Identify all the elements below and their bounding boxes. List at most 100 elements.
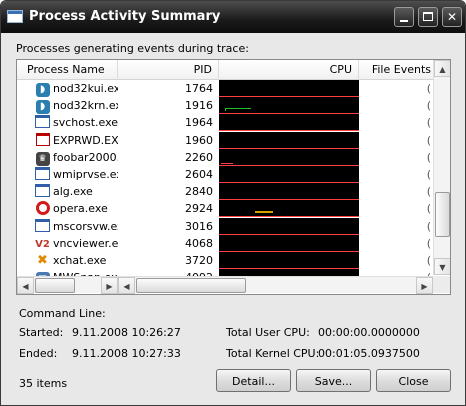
detail-button[interactable]: Detail...: [216, 369, 291, 392]
nod32-icon: ◗: [35, 81, 50, 97]
table-row[interactable]: opera.exe 2924 (: [17, 200, 433, 218]
process-pid: 2840: [185, 185, 213, 199]
process-file-events: (: [426, 202, 431, 216]
name-column-scrollbar[interactable]: ◀ ▶: [17, 276, 118, 294]
vertical-scrollbar[interactable]: ▲ ▼: [433, 60, 450, 275]
process-file-events: (: [426, 254, 431, 267]
process-name: vncviewer.exe: [53, 236, 118, 250]
vnc-icon: V2: [35, 238, 50, 250]
process-pid: 2260: [185, 150, 213, 164]
column-header-file-events[interactable]: File Events: [359, 60, 433, 80]
table-row[interactable]: ◗nod32krn.exe 1916 (: [17, 97, 433, 115]
nod32-icon: ◗: [35, 98, 50, 115]
process-file-events: (: [426, 236, 431, 250]
table-row[interactable]: wmiprvse.exe 2604 (: [17, 166, 433, 183]
maximize-icon: [423, 12, 433, 21]
process-name: foobar2000.exe: [53, 150, 118, 164]
table-row[interactable]: ✖ xchat.exe 3720 (: [17, 252, 433, 269]
scroll-right-button[interactable]: ▶: [416, 277, 433, 294]
process-pid: 2924: [185, 202, 213, 216]
cpu-graph: [219, 200, 359, 218]
cpu-graph: [219, 131, 359, 149]
cpu-graph: [219, 183, 359, 201]
opera-icon: [35, 201, 50, 216]
total-user-cpu-value: 00:00:00.0000000: [318, 326, 420, 339]
scroll-left-button[interactable]: ◀: [17, 277, 34, 294]
vertical-scroll-thumb[interactable]: [435, 192, 450, 237]
process-pid: 4068: [185, 236, 213, 250]
scroll-up-button[interactable]: ▲: [434, 60, 450, 77]
ended-value: 9.11.2008 10:27:33: [72, 347, 181, 360]
cpu-graph: [219, 269, 359, 276]
window-icon: [35, 115, 50, 130]
window-icon: [35, 167, 50, 182]
title-bar[interactable]: Process Activity Summary ✕: [1, 1, 465, 33]
table-row[interactable]: EXPRWD.EXE 1960 (: [17, 131, 433, 149]
table-row[interactable]: mscorsvw.exe 3016 (: [17, 217, 433, 235]
cpu-graph: [219, 114, 359, 132]
horizontal-scroll-thumb[interactable]: [136, 278, 246, 293]
process-pid: 1964: [185, 116, 213, 130]
process-file-events: (: [426, 82, 431, 95]
cpu-graph: [219, 80, 359, 97]
main-horizontal-scrollbar[interactable]: ◀ ▶: [118, 276, 433, 294]
scroll-left-button[interactable]: ◀: [118, 277, 135, 294]
cpu-graph: [219, 97, 359, 115]
process-name: EXPRWD.EXE: [53, 133, 118, 147]
process-file-events: (: [426, 133, 431, 147]
name-scroll-thumb[interactable]: [35, 278, 75, 293]
table-row[interactable]: ♛foobar2000.exe 2260 (: [17, 148, 433, 166]
cpu-graph: [219, 217, 359, 235]
window-icon: [35, 218, 50, 234]
table-row[interactable]: V2vncviewer.exe 4068 (: [17, 234, 433, 252]
column-header-pid[interactable]: PID: [118, 60, 219, 80]
list-header: Process Name PID CPU File Events: [17, 60, 433, 80]
foobar-icon: ♛: [35, 150, 50, 166]
process-file-events: (: [426, 99, 431, 113]
ended-label: Ended:: [19, 347, 58, 360]
cpu-graph: [219, 166, 359, 183]
process-file-events: (: [426, 185, 431, 199]
process-name: MWSnap.exe: [53, 269, 118, 276]
scroll-right-button[interactable]: ▶: [101, 277, 118, 294]
process-pid: 4092: [118, 269, 213, 276]
processes-prompt: Processes generating events during trace…: [16, 42, 249, 55]
started-label: Started:: [19, 326, 64, 339]
process-pid: 3720: [185, 254, 213, 267]
scroll-down-button[interactable]: ▼: [434, 258, 450, 275]
table-row[interactable]: ◗nod32kui.exe 1764 (: [17, 80, 433, 97]
item-count: 35 items: [19, 377, 68, 390]
table-row[interactable]: alg.exe 2840 (: [17, 183, 433, 201]
process-pid: 1764: [185, 82, 213, 95]
total-kernel-cpu-value: 00:01:05.0937500: [318, 347, 420, 360]
cpu-graph: [219, 148, 359, 166]
save-button[interactable]: Save...: [296, 369, 371, 392]
process-name: nod32kui.exe: [53, 82, 118, 95]
process-name: svchost.exe: [53, 116, 118, 130]
cpu-graph: [219, 252, 359, 269]
window-icon: [35, 184, 50, 199]
cpu-graph: [219, 234, 359, 252]
process-file-events: (: [426, 168, 431, 181]
process-pid: 1960: [185, 133, 213, 147]
close-button[interactable]: Close: [376, 369, 451, 392]
column-header-cpu[interactable]: CPU: [219, 60, 359, 80]
process-name: mscorsvw.exe: [53, 219, 118, 233]
close-icon: ✕: [446, 10, 458, 24]
table-row[interactable]: ▣MWSnap.exe4092(: [17, 269, 433, 276]
process-file-events: (: [426, 219, 431, 233]
close-window-button[interactable]: ✕: [442, 7, 462, 27]
minimize-icon: [400, 20, 408, 22]
column-header-process-name[interactable]: Process Name: [17, 60, 118, 80]
process-list[interactable]: Process Name PID CPU File Events ◗ nod32k…: [16, 59, 451, 295]
maximize-button[interactable]: [418, 7, 438, 27]
scrollbar-corner: [433, 276, 450, 293]
process-rows: ◗nod32kui.exe1764(◗nod32krn.exe1916(svch…: [17, 80, 433, 276]
total-user-cpu-label: Total User CPU:: [226, 326, 310, 339]
minimize-button[interactable]: [394, 7, 414, 27]
process-file-events: (: [426, 116, 431, 130]
table-row[interactable]: svchost.exe 1964 (: [17, 114, 433, 132]
process-name: nod32krn.exe: [53, 99, 118, 113]
window-app-icon: [7, 10, 23, 23]
process-name: wmiprvse.exe: [53, 168, 118, 181]
